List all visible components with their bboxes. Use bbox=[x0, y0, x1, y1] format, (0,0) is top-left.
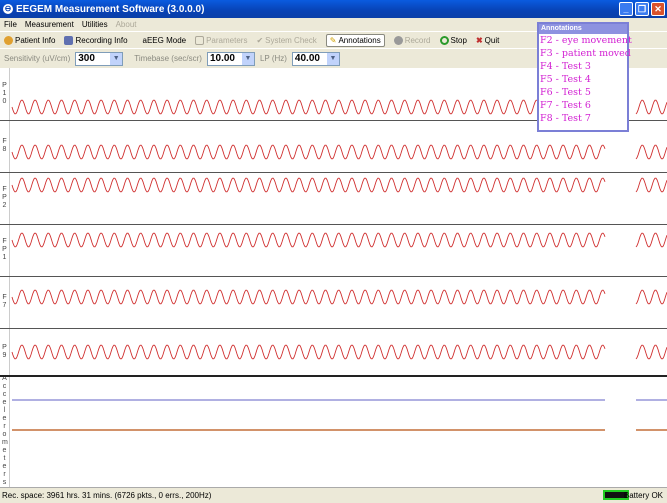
menu-measurement[interactable]: Measurement bbox=[25, 20, 74, 29]
record-label: Record bbox=[404, 35, 431, 45]
annotation-item[interactable]: F3 - patient moved bbox=[539, 47, 631, 60]
lp-select[interactable]: 40.00 ▼ bbox=[291, 51, 340, 66]
annotation-item[interactable]: F8 - Test 7 bbox=[539, 112, 627, 125]
channel-label-p9: P9 bbox=[0, 328, 10, 375]
patient-icon bbox=[4, 35, 13, 45]
channel-separator bbox=[0, 375, 667, 377]
record-icon bbox=[393, 35, 403, 45]
sensitivity-select[interactable]: 300 ▼ bbox=[75, 51, 124, 66]
status-bar: Rec. space: 3961 hrs. 31 mins. (6726 pkt… bbox=[0, 487, 667, 503]
battery-status: Battery OK bbox=[623, 491, 663, 500]
record-button[interactable]: Record bbox=[393, 35, 431, 45]
annotations-button[interactable]: ✎ Annotations bbox=[325, 33, 385, 47]
menu-utilities[interactable]: Utilities bbox=[82, 20, 108, 29]
channel-name: P9 bbox=[2, 343, 7, 359]
pencil-icon: ✎ bbox=[329, 35, 337, 45]
annotation-item[interactable]: F5 - Test 4 bbox=[539, 73, 627, 86]
parameters-label: Parameters bbox=[206, 35, 248, 45]
quit-button[interactable]: ✖ Quit bbox=[476, 36, 499, 45]
eeg-trace bbox=[11, 344, 606, 360]
eeg-trace bbox=[11, 232, 606, 248]
system-check-button[interactable]: ✔ System Check bbox=[256, 36, 316, 45]
channel-name: FP2 bbox=[2, 186, 7, 209]
sensitivity-label: Sensitivity (uV/cm) bbox=[4, 54, 71, 63]
recording-info-label: Recording Info bbox=[75, 35, 128, 45]
recording-info-button[interactable]: Recording Info bbox=[64, 35, 128, 45]
eeg-trace bbox=[635, 232, 667, 248]
eeg-trace bbox=[11, 99, 606, 115]
annotation-item[interactable]: F2 - eye movement bbox=[539, 34, 632, 47]
channel-name: FP1 bbox=[2, 238, 7, 261]
channel-label-fp2: FP2 bbox=[0, 172, 10, 224]
status-text: Rec. space: 3961 hrs. 31 mins. (6726 pkt… bbox=[2, 491, 212, 500]
title-bar: ⊖ EEGEM Measurement Software (3.0.0.0) _… bbox=[0, 0, 667, 18]
eeg-trace bbox=[11, 144, 606, 160]
channel-name: F8 bbox=[2, 138, 7, 153]
channel-separator bbox=[0, 172, 667, 173]
chevron-down-icon: ▼ bbox=[241, 52, 254, 65]
eeg-trace bbox=[11, 177, 606, 193]
eeg-trace bbox=[635, 177, 667, 193]
annotation-item[interactable]: F7 - Test 6 bbox=[539, 99, 627, 112]
aeeg-mode-button[interactable]: aEEG Mode bbox=[143, 36, 187, 45]
channel-name: P10 bbox=[2, 82, 7, 105]
channel-separator bbox=[0, 328, 667, 329]
checkbox-icon bbox=[195, 35, 205, 45]
gear-icon bbox=[64, 35, 74, 45]
channel-name: Accelerometers bbox=[2, 375, 8, 486]
stop-icon bbox=[439, 35, 449, 45]
menu-about[interactable]: About bbox=[116, 20, 137, 29]
eeg-trace bbox=[635, 144, 667, 160]
stop-button[interactable]: Stop bbox=[439, 35, 467, 45]
patient-info-label: Patient Info bbox=[15, 35, 56, 45]
stop-label: Stop bbox=[450, 35, 467, 45]
channel-label-f7: F7 bbox=[0, 276, 10, 328]
lp-value: 40.00 bbox=[294, 53, 320, 64]
channel-separator bbox=[0, 276, 667, 277]
channel-label-accelerometers: Accelerometers bbox=[0, 375, 10, 487]
aeeg-mode-label: aEEG Mode bbox=[142, 35, 187, 45]
minimize-button[interactable]: _ bbox=[619, 2, 633, 16]
timebase-value: 10.00 bbox=[209, 53, 235, 64]
annotation-item[interactable]: F6 - Test 5 bbox=[539, 86, 627, 99]
channel-label-p10: P10 bbox=[0, 68, 10, 120]
chevron-down-icon: ▼ bbox=[110, 52, 123, 65]
eeg-trace bbox=[635, 344, 667, 360]
channel-separator bbox=[0, 224, 667, 225]
quit-icon: ✖ bbox=[475, 35, 483, 45]
channel-label-fp1: FP1 bbox=[0, 224, 10, 276]
timebase-select[interactable]: 10.00 ▼ bbox=[206, 51, 255, 66]
eeg-trace bbox=[635, 289, 667, 305]
patient-info-button[interactable]: Patient Info bbox=[4, 35, 56, 45]
window-title: EEGEM Measurement Software (3.0.0.0) bbox=[16, 3, 205, 15]
eeg-trace bbox=[635, 99, 667, 115]
close-button[interactable]: ✕ bbox=[651, 2, 665, 16]
parameters-button[interactable]: Parameters bbox=[195, 35, 248, 45]
quit-label: Quit bbox=[484, 35, 500, 45]
channel-label-f8: F8 bbox=[0, 120, 10, 172]
annotations-title: Annotations bbox=[539, 24, 627, 34]
menu-file[interactable]: File bbox=[4, 20, 17, 29]
annotation-item[interactable]: F4 - Test 3 bbox=[539, 60, 627, 73]
system-check-label: System Check bbox=[265, 35, 317, 45]
chevron-down-icon: ▼ bbox=[326, 52, 339, 65]
annotations-label: Annotations bbox=[338, 35, 381, 45]
eeg-trace bbox=[11, 289, 606, 305]
sensitivity-value: 300 bbox=[78, 53, 95, 64]
lp-label: LP (Hz) bbox=[259, 54, 287, 63]
check-icon: ✔ bbox=[256, 35, 264, 45]
annotations-popup: Annotations F2 - eye movement F3 - patie… bbox=[537, 22, 632, 132]
app-icon: ⊖ bbox=[3, 4, 13, 14]
timebase-label: Timebase (sec/scr) bbox=[134, 54, 202, 63]
channel-name: F7 bbox=[2, 294, 7, 309]
restore-button[interactable]: ❐ bbox=[635, 2, 649, 16]
